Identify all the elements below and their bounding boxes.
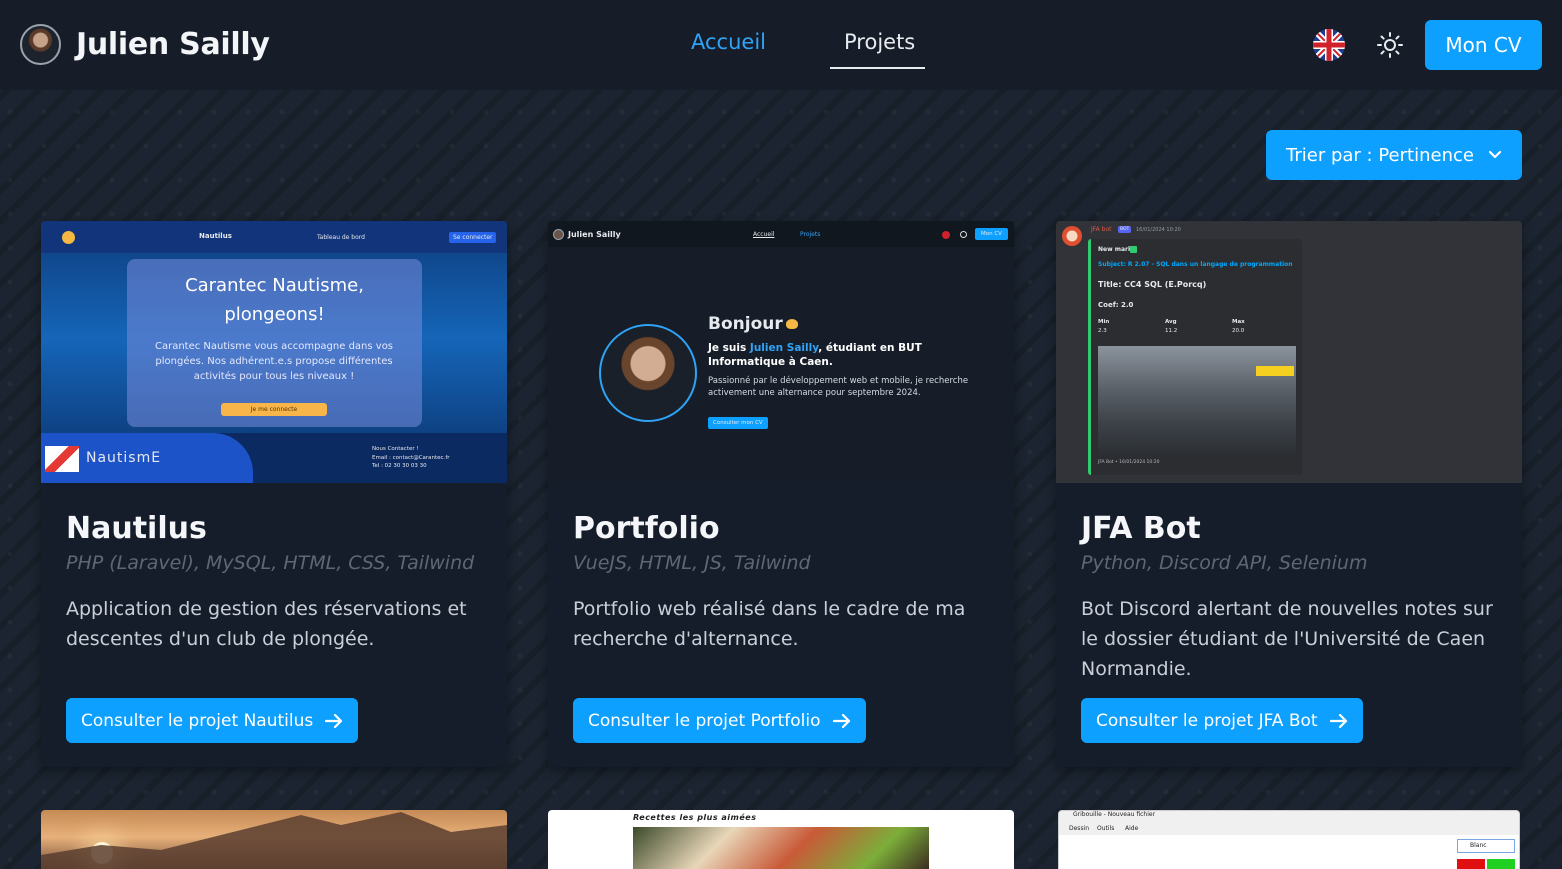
project-preview-jfa-bot: JFA bot BOT 16/01/2024 10:20 New mark Su…: [1056, 221, 1522, 483]
project-preview-recipes: Recettes les plus aimées: [548, 810, 1014, 869]
avatar: [20, 24, 61, 65]
project-tech: PHP (Laravel), MySQL, HTML, CSS, Tailwin…: [66, 552, 475, 574]
project-card-portfolio: Julien Sailly Accueil Projets Mon CV Bon…: [548, 221, 1014, 767]
project-description: Bot Discord alertant de nouvelles notes …: [1081, 598, 1493, 680]
active-nav-indicator: [830, 67, 925, 69]
project-preview-paint-app: Gribouille - Nouveau fichier Dessin Outi…: [1058, 810, 1520, 869]
project-title: JFA Bot: [1081, 511, 1201, 546]
project-description: Portfolio web réalisé dans le cadre de m…: [573, 598, 966, 650]
view-project-button[interactable]: Consulter le projet JFA Bot: [1081, 698, 1363, 743]
project-title: Portfolio: [573, 511, 720, 546]
nav-link-projets[interactable]: Projets: [844, 30, 915, 54]
button-label: Consulter le projet Nautilus: [81, 710, 314, 731]
project-preview-portfolio: Julien Sailly Accueil Projets Mon CV Bon…: [548, 221, 1014, 483]
cv-button[interactable]: Mon CV: [1425, 20, 1542, 70]
view-project-button[interactable]: Consulter le projet Portfolio: [573, 698, 866, 743]
project-preview-nautilus: Nautilus Tableau de bord Se connecter Ca…: [41, 221, 507, 483]
project-card-nautilus: Nautilus Tableau de bord Se connecter Ca…: [41, 221, 507, 767]
project-tech: Python, Discord API, Selenium: [1081, 552, 1368, 574]
view-project-button[interactable]: Consulter le projet Nautilus: [66, 698, 359, 743]
button-label: Consulter le projet Portfolio: [588, 710, 821, 731]
project-card-jfa-bot: JFA bot BOT 16/01/2024 10:20 New mark Su…: [1056, 221, 1522, 767]
sort-label: Trier par : Pertinence: [1286, 144, 1474, 166]
project-title: Nautilus: [66, 511, 207, 546]
nav-link-accueil[interactable]: Accueil: [691, 30, 766, 54]
brand[interactable]: Julien Sailly: [20, 24, 270, 65]
site-header: Julien Sailly Accueil Projets Mon CV: [0, 0, 1562, 90]
project-tech: VueJS, HTML, JS, Tailwind: [573, 552, 811, 574]
arrow-right-icon: [325, 713, 343, 728]
project-description: Application de gestion des réservations …: [66, 598, 467, 650]
uk-flag-icon[interactable]: [1313, 29, 1345, 61]
button-label: Consulter le projet JFA Bot: [1096, 710, 1318, 731]
brand-name: Julien Sailly: [76, 27, 270, 62]
arrow-right-icon: [1329, 713, 1347, 728]
arrow-right-icon: [832, 713, 850, 728]
chevron-down-icon: [1488, 150, 1502, 159]
sun-icon[interactable]: [1376, 31, 1404, 59]
sort-dropdown[interactable]: Trier par : Pertinence: [1266, 130, 1522, 180]
project-preview-landscape: [41, 810, 507, 869]
